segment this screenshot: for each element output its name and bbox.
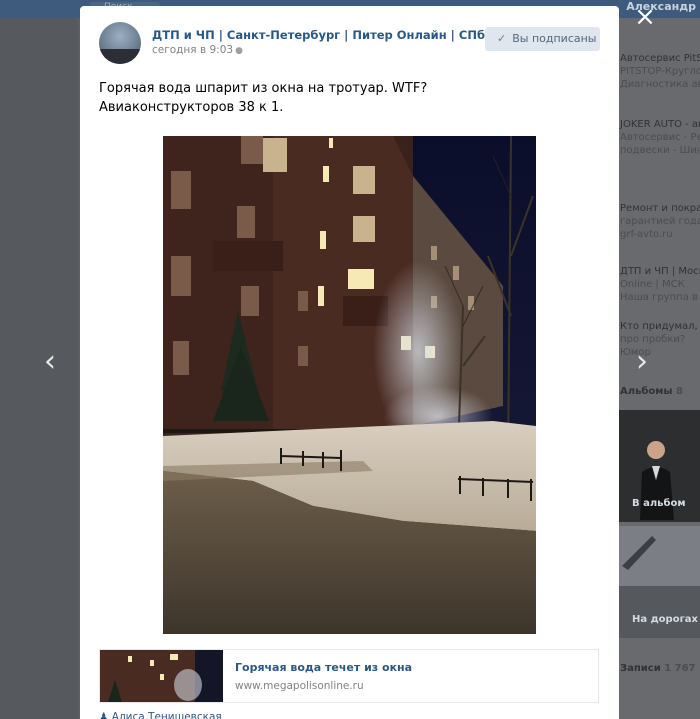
background-ad: Автосервис PitStopPITSTOP-КруглосутДиагн… [620,53,700,90]
post-signer-link[interactable]: ♟ Алиса Тенишевская [99,711,222,719]
community-avatar[interactable] [99,22,141,64]
link-thumbnail [100,650,223,702]
subscribed-button[interactable]: ✓ Вы подписаны [485,27,600,51]
background-ad: ДТП и ЧП | Москва |Online | МСКНаша груп… [620,266,700,303]
night-street-photo [163,136,536,634]
next-arrow-icon[interactable]: › [636,344,648,379]
community-name-link[interactable]: ДТП и ЧП | Санкт-Петербург | Питер Онлай… [152,28,485,42]
background-album-photo: На дорогах [612,526,700,638]
link-title: Горячая вода течет из окна [235,661,413,674]
link-thumbnail-image [100,650,223,702]
post-photo[interactable] [163,136,536,634]
background-right-column: Автосервис PitStopPITSTOP-КруглосутДиагн… [612,18,700,719]
background-albums-header: Альбомы 8 [620,386,683,397]
background-ad: JOKER AUTO - автосервисАвтосервис - Ремо… [620,119,700,156]
link-domain: www.megapolisonline.ru [235,680,364,692]
checkmark-icon: ✓ [497,32,507,45]
background-ad: Кто придумал, сказалпро пробки?Юмор [620,321,700,358]
background-album-photo: В альбом [612,410,700,522]
post-header: ДТП и ЧП | Санкт-Петербург | Питер Онлай… [80,6,619,66]
apple-icon: ● [235,46,243,56]
close-icon[interactable]: × [633,3,657,31]
link-attachment[interactable]: Горячая вода течет из окна www.megapolis… [99,649,599,703]
post-modal: ДТП и ЧП | Санкт-Петербург | Питер Онлай… [80,6,619,719]
post-time: сегодня в 9:03 ● [152,44,243,56]
background-ad: Ремонт и покраска автомобилей сгарантией… [620,203,700,240]
background-posts-header: Записи 1 767 [620,663,696,674]
background-left-column [0,18,78,719]
previous-arrow-icon[interactable]: ‹ [44,344,56,379]
user-icon: ♟ [99,711,112,719]
post-text: Горячая вода шпарит из окна на тротуар. … [99,81,428,115]
